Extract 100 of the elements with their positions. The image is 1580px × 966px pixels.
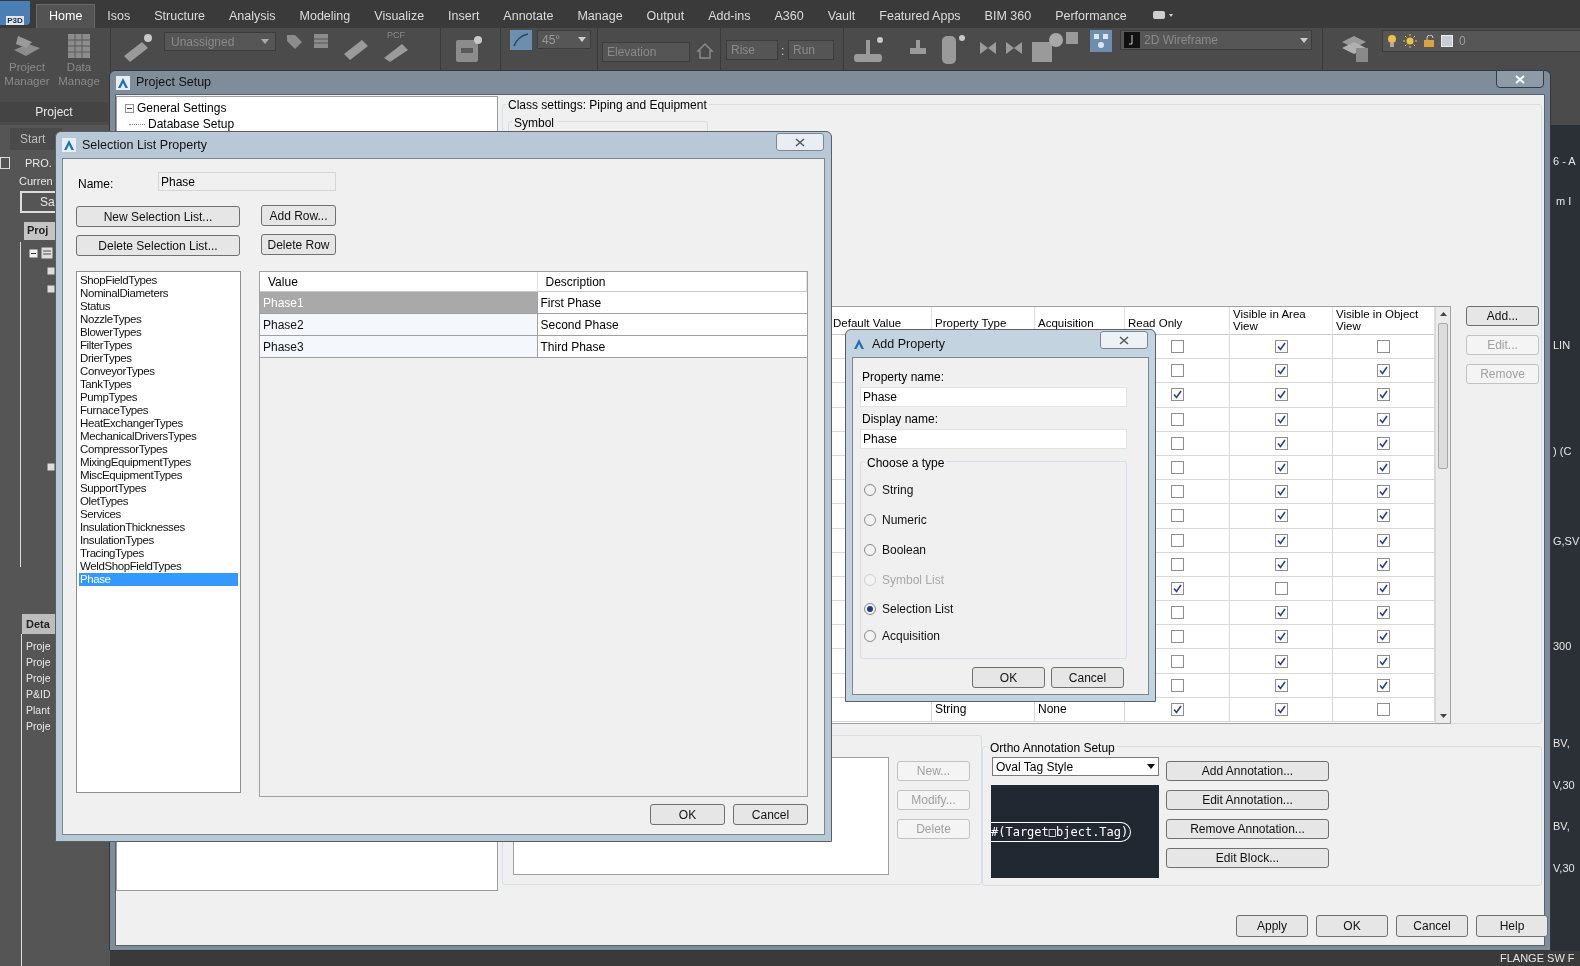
list-item[interactable]: OletTypes bbox=[79, 495, 238, 508]
checkbox[interactable] bbox=[1377, 654, 1390, 668]
button[interactable]: Add... bbox=[1466, 306, 1539, 326]
table-cell[interactable]: First Phase bbox=[537, 292, 807, 313]
checkbox[interactable] bbox=[1377, 702, 1390, 716]
checkbox[interactable] bbox=[1274, 678, 1288, 692]
list-item[interactable]: PumpTypes bbox=[79, 391, 238, 404]
checkbox[interactable] bbox=[1170, 702, 1184, 716]
button[interactable]: Add Annotation... bbox=[1166, 761, 1329, 781]
checkbox[interactable] bbox=[1170, 509, 1184, 523]
checkbox[interactable] bbox=[1170, 678, 1184, 692]
detail-item[interactable]: Proje bbox=[26, 670, 51, 686]
detail-item[interactable]: Proje bbox=[26, 718, 51, 734]
checkbox[interactable] bbox=[1274, 557, 1288, 571]
radio-label[interactable]: Selection List bbox=[882, 599, 954, 618]
start-tab[interactable]: Start bbox=[10, 128, 62, 150]
list-item[interactable]: NozzleTypes bbox=[79, 313, 238, 326]
checkbox[interactable] bbox=[1377, 388, 1390, 402]
property-name-field[interactable]: Phase bbox=[860, 387, 1127, 407]
button[interactable]: Cancel bbox=[1396, 915, 1468, 937]
list-item[interactable]: FurnaceTypes bbox=[79, 404, 238, 417]
list-item[interactable]: CompressorTypes bbox=[79, 443, 238, 456]
radio-label[interactable]: Numeric bbox=[882, 511, 927, 529]
ribbon-tab[interactable]: Performance bbox=[1043, 4, 1139, 28]
list-item[interactable]: HeatExchangerTypes bbox=[79, 417, 238, 430]
radio-label[interactable]: Acquisition bbox=[882, 626, 941, 645]
checkbox[interactable] bbox=[1377, 678, 1390, 692]
button[interactable]: Add Row... bbox=[261, 205, 336, 226]
checkbox[interactable] bbox=[1274, 436, 1288, 450]
list-item[interactable]: WeldShopFieldTypes bbox=[79, 560, 238, 573]
checkbox[interactable] bbox=[1377, 581, 1390, 595]
checkbox[interactable] bbox=[1274, 509, 1288, 523]
slope-button-icon[interactable] bbox=[510, 30, 532, 50]
checkbox[interactable] bbox=[1377, 630, 1390, 644]
checkbox[interactable] bbox=[1274, 606, 1288, 620]
list-item[interactable]: InsulationThicknesses bbox=[79, 521, 238, 534]
checkbox[interactable] bbox=[1274, 630, 1288, 644]
ribbon-tab[interactable]: Insert bbox=[436, 4, 492, 28]
checkbox[interactable] bbox=[1377, 533, 1390, 547]
checkbox[interactable] bbox=[1170, 461, 1184, 475]
checkbox[interactable] bbox=[1170, 364, 1184, 378]
ribbon-tab[interactable]: Add-ins bbox=[696, 4, 763, 28]
checkbox[interactable] bbox=[1274, 364, 1288, 378]
ribbon-tab[interactable]: BIM 360 bbox=[972, 4, 1044, 28]
column-header[interactable]: Value bbox=[268, 272, 298, 291]
radio-button[interactable] bbox=[864, 514, 876, 526]
column-header[interactable]: Description bbox=[545, 272, 606, 291]
list-item[interactable]: BlowerTypes bbox=[79, 326, 238, 339]
radio-button[interactable] bbox=[864, 602, 876, 615]
checkbox[interactable] bbox=[1274, 388, 1288, 402]
button[interactable]: Remove Annotation... bbox=[1166, 819, 1329, 839]
list-item[interactable]: NominalDiameters bbox=[79, 287, 238, 300]
checkbox[interactable] bbox=[1170, 533, 1184, 547]
ribbon-tab[interactable]: Home bbox=[36, 4, 96, 28]
list-item[interactable]: SupportTypes bbox=[79, 482, 238, 495]
view-button-icon[interactable] bbox=[1090, 30, 1112, 52]
expand-icon[interactable] bbox=[47, 267, 55, 275]
ribbon-tab[interactable]: Featured Apps bbox=[867, 4, 973, 28]
selection-list-box[interactable] bbox=[76, 271, 241, 793]
button[interactable]: Edit Annotation... bbox=[1166, 790, 1329, 810]
list-item[interactable]: MechanicalDriversTypes bbox=[79, 430, 238, 443]
tree-item[interactable]: Database Setup bbox=[148, 116, 235, 132]
list-item[interactable]: ShopFieldTypes bbox=[79, 274, 238, 287]
radio-button[interactable] bbox=[864, 629, 876, 642]
button[interactable]: Cancel bbox=[733, 804, 808, 825]
checkbox[interactable] bbox=[1377, 557, 1390, 571]
checkbox[interactable] bbox=[1274, 581, 1288, 595]
house-icon[interactable] bbox=[696, 42, 714, 60]
panel-icon[interactable] bbox=[0, 157, 10, 169]
list-item[interactable]: MixingEquipmentTypes bbox=[79, 456, 238, 469]
list-item[interactable]: FilterTypes bbox=[79, 339, 238, 352]
detail-item[interactable]: Proje bbox=[26, 654, 51, 670]
column-header[interactable]: Visible in Area View bbox=[1233, 308, 1329, 332]
ribbon-tab[interactable]: Output bbox=[634, 4, 697, 28]
checkbox[interactable] bbox=[1170, 654, 1184, 668]
expand-icon[interactable] bbox=[47, 285, 55, 293]
list-item[interactable]: MiscEquipmentTypes bbox=[79, 469, 238, 482]
checkbox[interactable] bbox=[1170, 436, 1184, 450]
checkbox[interactable] bbox=[1377, 485, 1390, 499]
list-item[interactable]: Services bbox=[79, 508, 238, 521]
ribbon-tab[interactable]: A360 bbox=[762, 4, 816, 28]
radio-label[interactable]: Boolean bbox=[882, 541, 927, 559]
toggle-icon[interactable] bbox=[1152, 11, 1175, 20]
checkbox[interactable] bbox=[1377, 412, 1390, 426]
checkbox[interactable] bbox=[1377, 606, 1390, 620]
list-item[interactable]: DrierTypes bbox=[79, 352, 238, 365]
checkbox[interactable] bbox=[1274, 654, 1288, 668]
ribbon-tab[interactable]: Visualize bbox=[362, 4, 437, 28]
checkbox[interactable] bbox=[1170, 606, 1184, 620]
checkbox[interactable] bbox=[1170, 557, 1184, 571]
checkbox[interactable] bbox=[1377, 364, 1390, 378]
column-header[interactable]: Visible in Object View bbox=[1336, 308, 1431, 332]
column-header[interactable]: Default Value bbox=[833, 315, 902, 333]
table-cell[interactable]: Phase3 bbox=[260, 336, 538, 357]
radio-button[interactable] bbox=[864, 544, 876, 556]
table-cell[interactable]: Phase2 bbox=[260, 314, 538, 335]
close-button[interactable] bbox=[1496, 70, 1544, 88]
checkbox[interactable] bbox=[1170, 340, 1184, 354]
radio-button[interactable] bbox=[864, 484, 876, 496]
list-item[interactable]: Status bbox=[79, 300, 238, 313]
